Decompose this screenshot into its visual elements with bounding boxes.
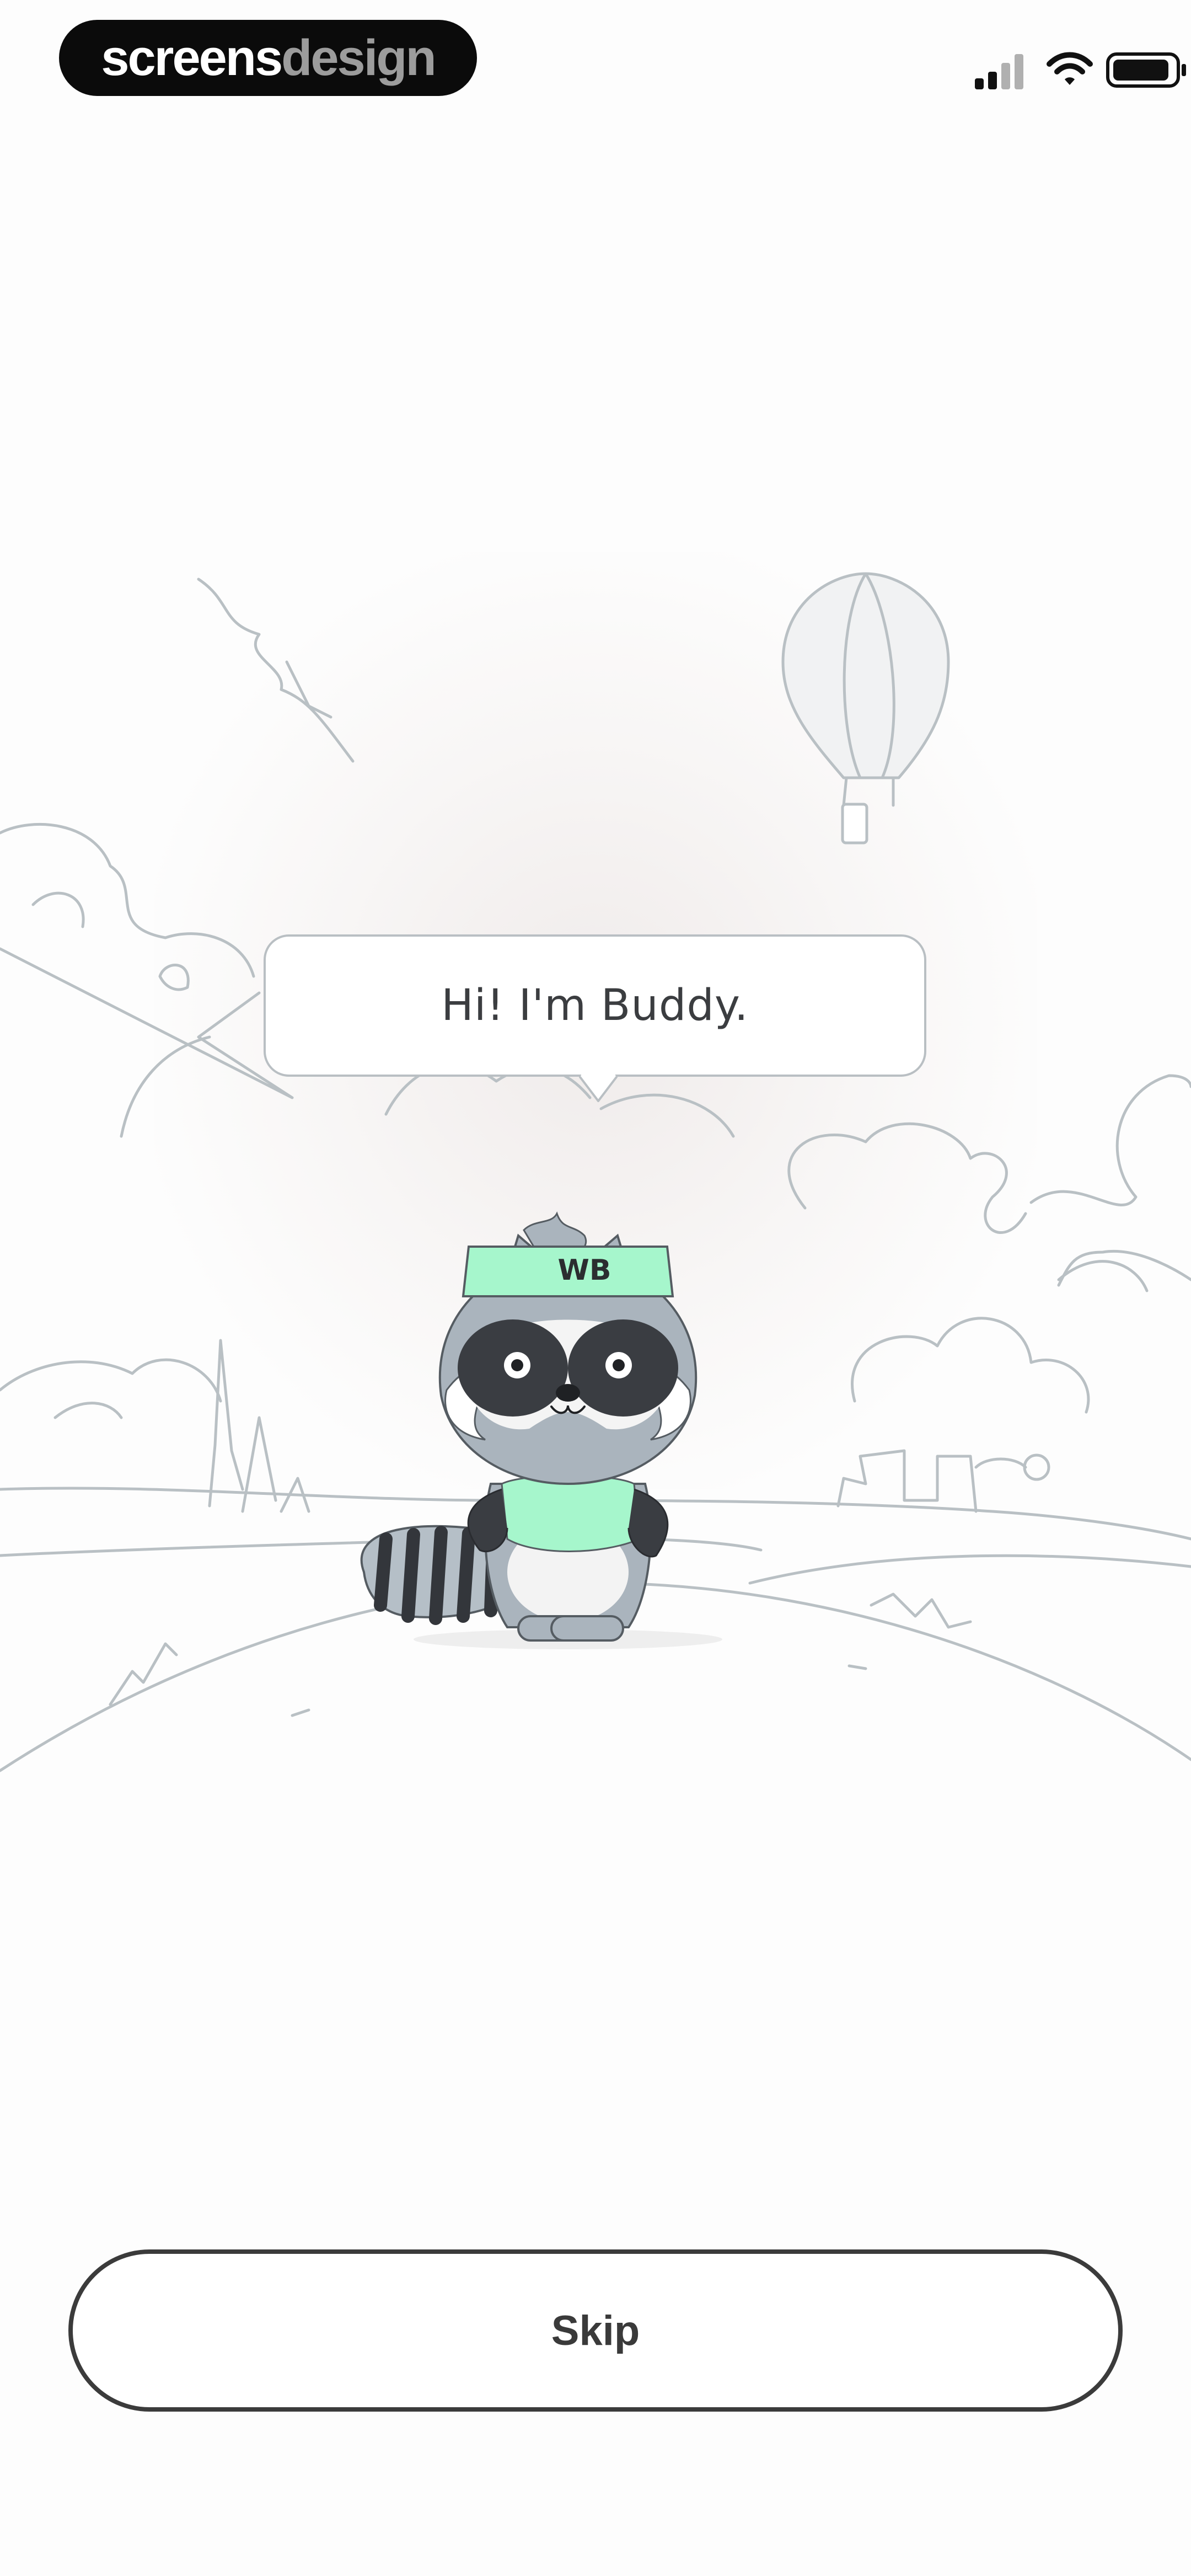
speech-text: Hi! I'm Buddy. bbox=[441, 981, 749, 1030]
wifi-icon bbox=[1047, 52, 1093, 85]
kite-string bbox=[197, 578, 355, 763]
headband-text: WB bbox=[558, 1254, 611, 1287]
buildings bbox=[836, 1449, 978, 1513]
speech-bubble: Hi! I'm Buddy. bbox=[264, 934, 926, 1077]
brand-text-screens: screens bbox=[101, 29, 283, 86]
battery-icon bbox=[1106, 52, 1186, 88]
mint-shirt bbox=[501, 1474, 641, 1552]
hot-air-balloon bbox=[781, 572, 950, 779]
cloud-right bbox=[787, 1122, 1027, 1234]
brand-text-design: design bbox=[281, 29, 436, 86]
speech-bubble-tail bbox=[579, 1075, 618, 1102]
tree bbox=[208, 1339, 244, 1508]
onboarding-screen: WB Hi! I'm Buddy. screens design Skip bbox=[0, 0, 1191, 2576]
status-bar bbox=[904, 39, 1191, 99]
raccoon-mascot: WB bbox=[360, 1211, 722, 1649]
brand-logo: screens design bbox=[59, 20, 477, 96]
cellular-signal-icon bbox=[975, 54, 1023, 89]
skip-button[interactable]: Skip bbox=[68, 2249, 1123, 2412]
